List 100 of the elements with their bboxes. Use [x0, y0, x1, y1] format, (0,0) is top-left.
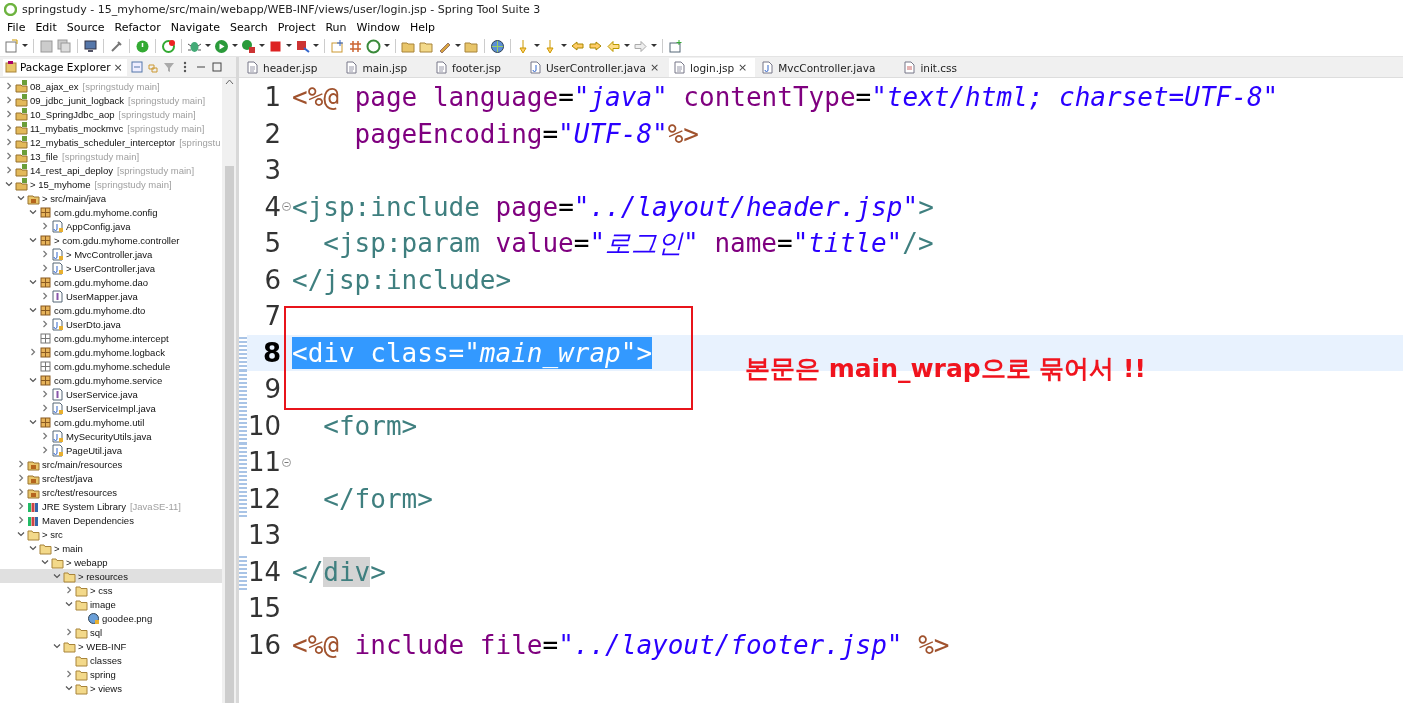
chevron-right-icon[interactable]	[4, 137, 14, 147]
scrollbar-thumb[interactable]	[224, 166, 234, 703]
editor-tab[interactable]: init.css	[899, 58, 966, 77]
tree-row[interactable]: spring	[0, 667, 222, 681]
menu-item[interactable]: Search	[225, 21, 273, 34]
chevron-right-icon[interactable]	[16, 515, 26, 525]
tree-row[interactable]: > resources	[0, 569, 222, 583]
chevron-down-icon[interactable]	[28, 277, 38, 287]
tree-item-label[interactable]: 10_SpringJdbc_aop	[30, 108, 115, 120]
chevron-down-icon[interactable]	[16, 529, 26, 539]
tree-item-label[interactable]: com.gdu.myhome.service	[54, 374, 163, 386]
chevron-right-icon[interactable]	[4, 81, 14, 91]
menu-item[interactable]: Window	[351, 21, 405, 34]
chevron-right-icon[interactable]	[4, 95, 14, 105]
tree-item-label[interactable]: com.gdu.myhome.logback	[54, 346, 165, 358]
tree-row[interactable]: src/main/resources	[0, 457, 222, 471]
tree-item-label[interactable]: 13_file	[30, 150, 58, 162]
menu-item[interactable]: Project	[272, 21, 321, 34]
tree-row[interactable]: 09_jdbc_junit_logback [springstudy main]	[0, 93, 222, 107]
chevron-right-icon[interactable]	[16, 473, 26, 483]
menu-item[interactable]: Edit	[30, 21, 62, 34]
tree-row[interactable]: classes	[0, 653, 222, 667]
chevron-right-icon[interactable]	[28, 347, 38, 357]
tree-row[interactable]: UserServiceImpl.java	[0, 401, 222, 415]
chevron-down-icon[interactable]	[16, 193, 26, 203]
caret-icon[interactable]	[313, 44, 319, 48]
tree-row[interactable]: > 15_myhome [springstudy main]	[0, 177, 222, 191]
tree-item-label[interactable]: > com.gdu.myhome.controller	[54, 234, 180, 246]
tree-row[interactable]: > MvcController.java	[0, 247, 222, 261]
tree-row[interactable]: > css	[0, 583, 222, 597]
save-all-icon[interactable]	[57, 38, 72, 54]
chevron-right-icon[interactable]	[40, 263, 50, 273]
tree-row[interactable]: > src	[0, 527, 222, 541]
tree-row[interactable]: > com.gdu.myhome.controller	[0, 233, 222, 247]
chevron-right-icon[interactable]	[16, 501, 26, 511]
tree-row[interactable]: com.gdu.myhome.logback	[0, 345, 222, 359]
tree-item-label[interactable]: > webapp	[66, 556, 108, 568]
chevron-down-icon[interactable]	[28, 543, 38, 553]
chevron-down-icon[interactable]	[64, 599, 74, 609]
tree-row[interactable]: AppConfig.java	[0, 219, 222, 233]
tree-row[interactable]: > src/main/java	[0, 191, 222, 205]
tree-item-label[interactable]: com.gdu.myhome.dao	[54, 276, 148, 288]
grid-icon[interactable]	[348, 38, 363, 54]
tree-row[interactable]: src/test/java	[0, 471, 222, 485]
maximize-icon[interactable]	[210, 61, 223, 73]
chevron-right-icon[interactable]	[4, 109, 14, 119]
caret-icon[interactable]	[384, 44, 390, 48]
caret-icon[interactable]	[205, 44, 211, 48]
caret-icon[interactable]	[561, 44, 567, 48]
menu-item[interactable]: Help	[404, 21, 440, 34]
tree-row[interactable]: com.gdu.myhome.config	[0, 205, 222, 219]
menu-item[interactable]: Navigate	[165, 21, 225, 34]
tree-item-label[interactable]: > src/main/java	[42, 192, 107, 204]
editor-tab[interactable]: login.jsp ×	[669, 58, 756, 77]
chevron-down-icon[interactable]	[28, 375, 38, 385]
chevron-right-icon[interactable]	[4, 165, 14, 175]
collapse-all-icon[interactable]	[130, 61, 143, 73]
tree-item-label[interactable]: com.gdu.myhome.intercept	[54, 332, 169, 344]
caret-icon[interactable]	[534, 44, 540, 48]
tree-item-label[interactable]: > main	[54, 542, 83, 554]
editor-tab[interactable]: main.jsp	[341, 58, 416, 77]
monitor-icon[interactable]	[83, 38, 98, 54]
tree-row[interactable]: src/test/resources	[0, 485, 222, 499]
tree-item-label[interactable]: src/main/resources	[42, 458, 123, 470]
tree-row[interactable]: > UserController.java	[0, 261, 222, 275]
tree-row[interactable]: goodee.png	[0, 611, 222, 625]
close-icon[interactable]: ×	[738, 61, 748, 74]
tree-row[interactable]: 13_file [springstudy main]	[0, 149, 222, 163]
tool-icon[interactable]	[109, 38, 124, 54]
caret-icon[interactable]	[259, 44, 265, 48]
new-class-icon[interactable]	[330, 38, 345, 54]
tree-row[interactable]: UserDto.java	[0, 317, 222, 331]
editor-tab[interactable]: header.jsp	[242, 58, 326, 77]
chevron-down-icon[interactable]	[28, 305, 38, 315]
tree-item-label[interactable]: image	[90, 598, 116, 610]
fold-icon[interactable]	[282, 457, 291, 467]
tree-row[interactable]: MySecurityUtils.java	[0, 429, 222, 443]
tree-row[interactable]: com.gdu.myhome.schedule	[0, 359, 222, 373]
chevron-down-icon[interactable]	[40, 557, 50, 567]
tree-item-label[interactable]: com.gdu.myhome.util	[54, 416, 145, 428]
tree-item-label[interactable]: UserService.java	[66, 388, 138, 400]
close-icon[interactable]: ×	[649, 61, 660, 74]
tree-row[interactable]: image	[0, 597, 222, 611]
chevron-right-icon[interactable]	[64, 585, 74, 595]
chevron-down-icon[interactable]	[4, 179, 14, 189]
tree-item-label[interactable]: com.gdu.myhome.dto	[54, 304, 146, 316]
tree-row[interactable]: com.gdu.myhome.dao	[0, 275, 222, 289]
tree-row[interactable]: > views	[0, 681, 222, 695]
chevron-down-icon[interactable]	[52, 641, 62, 651]
tree-item-label[interactable]: 12_mybatis_scheduler_interceptor	[30, 136, 176, 148]
forward-icon[interactable]	[588, 38, 603, 54]
chevron-right-icon[interactable]	[40, 291, 50, 301]
tree-row[interactable]: > webapp	[0, 555, 222, 569]
chevron-right-icon[interactable]	[40, 445, 50, 455]
chevron-right-icon[interactable]	[16, 487, 26, 497]
tree-item-label[interactable]: UserDto.java	[66, 318, 121, 330]
caret-icon[interactable]	[232, 44, 238, 48]
tree-item-label[interactable]: classes	[90, 654, 122, 666]
tree-row[interactable]: > WEB-INF	[0, 639, 222, 653]
chevron-right-icon[interactable]	[4, 151, 14, 161]
